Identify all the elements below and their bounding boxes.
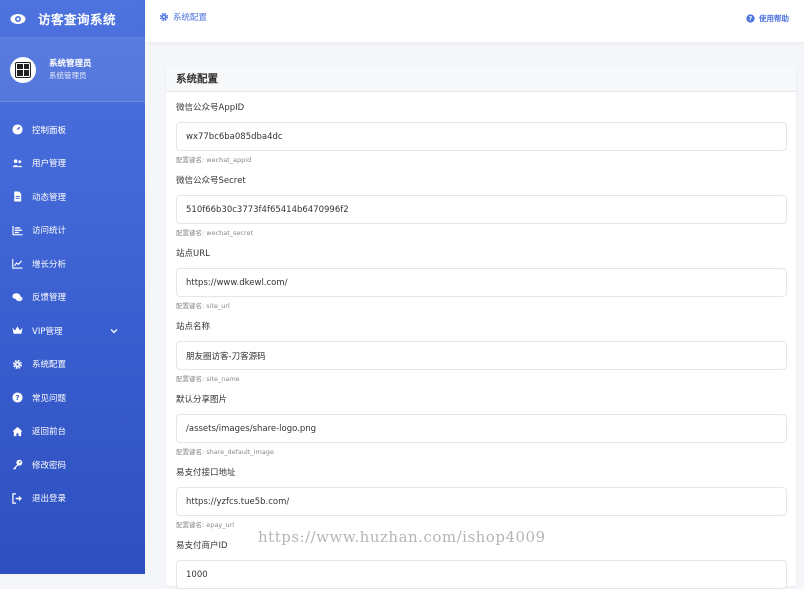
sidebar-item-growth[interactable]: 增长分析 <box>0 247 145 281</box>
watermark: https://www.huzhan.com/ishop4009 <box>258 528 546 546</box>
sidebar-item-feedback[interactable]: 反馈管理 <box>0 281 145 315</box>
breadcrumb-label: 系统配置 <box>173 13 208 23</box>
topbar: 系统配置 ? 使用帮助 <box>145 0 804 42</box>
field-label: 站点URL <box>176 249 210 259</box>
field-label: 易支付接口地址 <box>176 468 236 478</box>
sidebar-item-label: 反馈管理 <box>32 293 67 304</box>
config-card: 系统配置 微信公众号AppID 配置键名: wechat_appid 微信公众号… <box>166 66 796 589</box>
field-epay-url: 易支付接口地址 配置键名: epay_url <box>176 467 787 530</box>
sidebar-item-label: 用户管理 <box>32 159 67 170</box>
sidebar-item-users[interactable]: 用户管理 <box>0 147 145 181</box>
sidebar-item-label: 增长分析 <box>32 259 67 270</box>
sidebar-item-label: 系统配置 <box>32 360 67 371</box>
field-label: 默认分享图片 <box>176 395 228 405</box>
field-epay-merchant: 易支付商户ID <box>176 540 787 589</box>
crown-icon <box>12 326 23 334</box>
epay-merchant-input[interactable] <box>176 560 787 589</box>
question-icon: ? <box>12 392 23 403</box>
sidebar-item-home[interactable]: 返回前台 <box>0 415 145 449</box>
field-wechat-secret: 微信公众号Secret 配置键名: wechat_secret <box>176 175 787 238</box>
sidebar: 访客查询系统 系统管理员 系统管理员 控制面板 用户管理 动态管理 访问统计 增… <box>0 0 145 574</box>
sidebar-item-label: 常见问题 <box>32 393 67 404</box>
question-icon: ? <box>746 14 755 23</box>
sidebar-item-label: 修改密码 <box>32 460 67 471</box>
breadcrumb: 系统配置 <box>159 11 207 23</box>
logout-icon <box>12 493 22 504</box>
key-icon <box>12 459 23 470</box>
file-icon <box>14 191 22 202</box>
field-wechat-appid: 微信公众号AppID 配置键名: wechat_appid <box>176 102 787 165</box>
bar-list-icon <box>12 225 23 236</box>
dashboard-icon <box>12 124 23 135</box>
field-label: 微信公众号Secret <box>176 176 246 186</box>
eye-icon <box>10 13 26 24</box>
site-url-input[interactable] <box>176 268 787 297</box>
sidebar-item-posts[interactable]: 动态管理 <box>0 180 145 214</box>
sidebar-item-faq[interactable]: ? 常见问题 <box>0 381 145 415</box>
sidebar-item-label: 退出登录 <box>32 494 67 505</box>
gear-icon <box>13 359 22 369</box>
sidebar-item-logout[interactable]: 退出登录 <box>0 482 145 516</box>
comments-icon <box>12 292 23 302</box>
sidebar-item-label: 动态管理 <box>32 192 67 203</box>
help-link[interactable]: ? 使用帮助 <box>746 13 789 24</box>
users-icon <box>12 159 23 167</box>
field-site-url: 站点URL 配置键名: site_url <box>176 248 787 311</box>
wechat-secret-input[interactable] <box>176 195 787 224</box>
user-role: 系统管理员 <box>49 70 87 80</box>
home-icon <box>12 426 23 436</box>
sidebar-item-stats[interactable]: 访问统计 <box>0 214 145 248</box>
chevron-down-icon[interactable] <box>109 326 119 336</box>
field-hint: 配置键名: wechat_secret <box>176 229 254 237</box>
field-site-name: 站点名称 配置键名: site_name <box>176 321 787 384</box>
field-label: 微信公众号AppID <box>176 103 245 113</box>
gear-icon <box>159 12 169 22</box>
card-title: 系统配置 <box>166 66 796 92</box>
wechat-appid-input[interactable] <box>176 122 787 151</box>
qr-avatar-icon <box>10 56 36 83</box>
sidebar-item-password[interactable]: 修改密码 <box>0 448 145 482</box>
field-label: 站点名称 <box>176 322 211 332</box>
sidebar-item-settings[interactable]: 系统配置 <box>0 348 145 382</box>
field-hint: 配置键名: site_url <box>176 302 230 310</box>
field-hint: 配置键名: site_name <box>176 375 240 383</box>
sidebar-item-label: 控制面板 <box>32 125 67 136</box>
sidebar-item-vip[interactable]: VIP管理 <box>0 314 145 348</box>
sidebar-item-label: VIP管理 <box>32 326 63 337</box>
brand-title: 访客查询系统 <box>38 12 117 27</box>
user-name: 系统管理员 <box>49 58 92 69</box>
brand[interactable]: 访客查询系统 <box>0 0 145 38</box>
site-name-input[interactable] <box>176 341 787 370</box>
field-share-image: 默认分享图片 配置键名: share_default_image <box>176 394 787 457</box>
sidebar-nav: 控制面板 用户管理 动态管理 访问统计 增长分析 反馈管理 VIP管理 系统配置… <box>0 102 145 515</box>
sidebar-item-label: 返回前台 <box>32 427 67 438</box>
sidebar-item-label: 访问统计 <box>32 226 67 237</box>
epay-url-input[interactable] <box>176 487 787 516</box>
share-image-input[interactable] <box>176 414 787 443</box>
svg-text:?: ? <box>749 16 753 23</box>
sidebar-item-dashboard[interactable]: 控制面板 <box>0 113 145 147</box>
user-profile: 系统管理员 系统管理员 <box>0 38 145 102</box>
field-hint: 配置键名: wechat_appid <box>176 156 252 164</box>
svg-text:?: ? <box>15 393 19 402</box>
help-label: 使用帮助 <box>759 14 789 23</box>
field-hint: 配置键名: share_default_image <box>176 448 274 456</box>
line-chart-icon <box>12 259 23 269</box>
